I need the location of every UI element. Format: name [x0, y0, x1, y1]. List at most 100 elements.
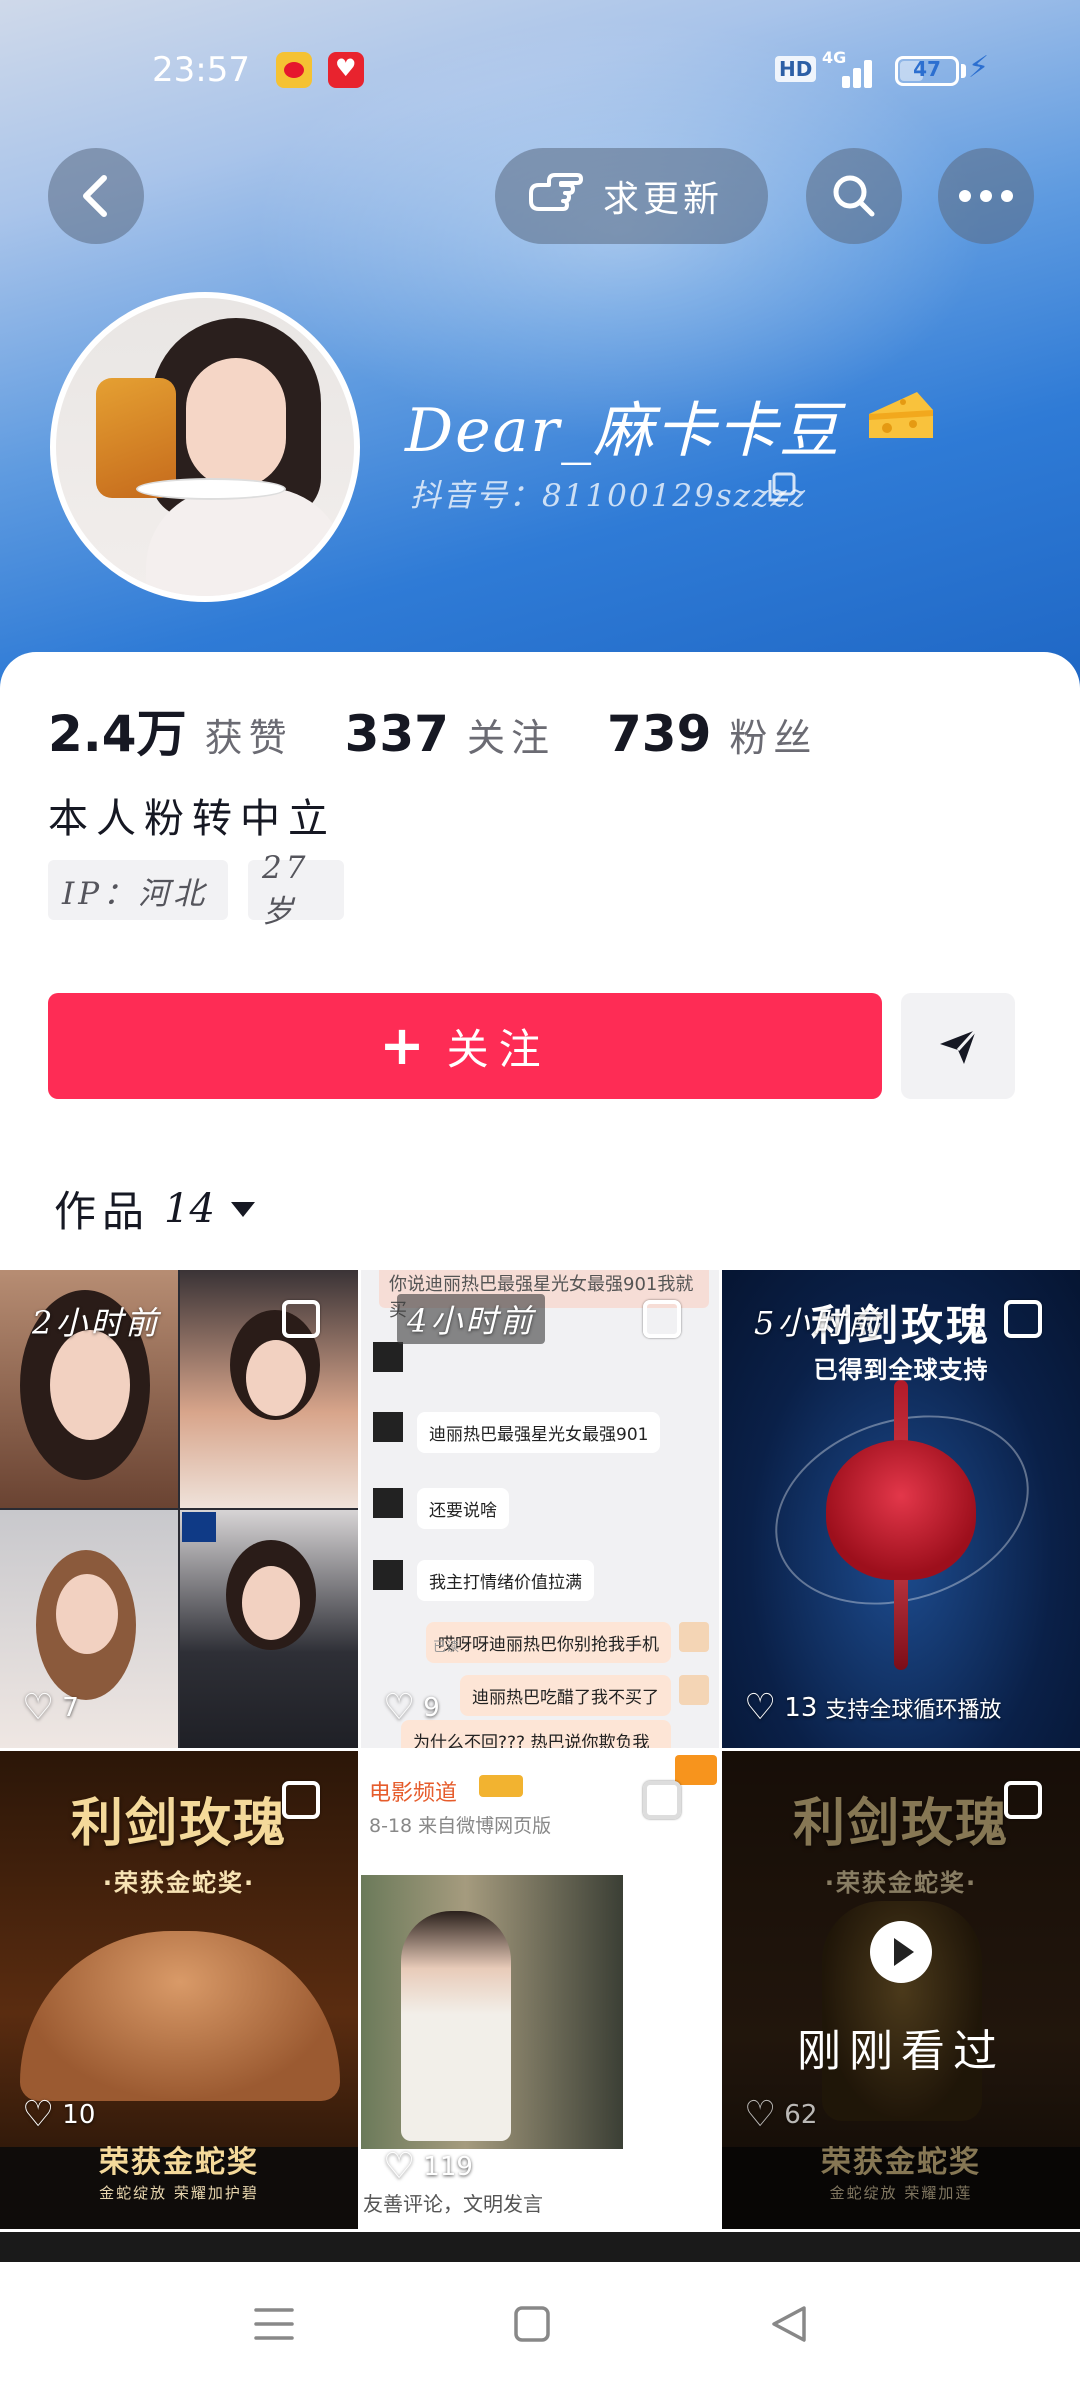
crown-badge-icon — [479, 1775, 523, 1797]
heart-icon: ♡ — [22, 1687, 55, 1728]
chat-reply: 为什么不回??? 热巴说你欺负我让我给你差评 — [401, 1720, 671, 1748]
send-arrow-icon — [940, 1028, 978, 1064]
profile-avatar[interactable] — [50, 292, 360, 602]
stat-followers-label: 粉丝 — [729, 716, 818, 760]
weibo-notification-icon — [276, 52, 312, 88]
charging-icon: ⚡ — [968, 50, 990, 85]
heart-icon: ♡ — [22, 2094, 55, 2135]
home-icon[interactable] — [502, 2294, 562, 2354]
battery-level: 47 — [913, 57, 941, 81]
actress-figure — [401, 1911, 511, 2141]
play-icon[interactable] — [870, 1921, 932, 1983]
battery-cap — [961, 64, 966, 78]
stat-likes[interactable]: 2.4万 获赞 — [48, 694, 293, 766]
next-row-preview — [0, 2232, 1080, 2262]
chat-reply: 迪丽热巴吃醋了我不买了 — [460, 1675, 671, 1716]
chat-avatar — [373, 1560, 403, 1590]
video-tile[interactable]: 2小时前 ♡ 7 — [0, 1270, 358, 1748]
ip-location-tag: IP：河北 — [48, 860, 228, 920]
heart-icon: ♡ — [383, 2146, 416, 2187]
like-count-value: 13 — [784, 1693, 818, 1723]
heart-icon: ♡ — [744, 2094, 777, 2135]
select-checkbox[interactable] — [282, 1781, 320, 1819]
app-notification-icon — [328, 52, 364, 88]
works-count: 14 — [164, 1185, 215, 1232]
like-count-value: 9 — [423, 1693, 440, 1723]
video-caption: 支持全球循环播放 — [825, 1698, 1002, 1723]
like-count-value: 7 — [62, 1693, 79, 1723]
video-subtitle: 已得到全球支持 — [813, 1356, 989, 1384]
post-meta: 8-18 来自微博网页版 — [369, 1815, 552, 1837]
more-dots-icon — [959, 190, 1013, 202]
chat-avatar — [373, 1342, 403, 1372]
avatar-body — [146, 488, 346, 596]
pointing-hand-icon — [529, 173, 583, 211]
watched-overlay — [722, 1751, 1080, 2229]
video-tile[interactable]: 利剑玫瑰 已得到全球支持 5小时前 ♡ 13 支持全球循环播放 — [722, 1270, 1080, 1748]
avatar-face — [186, 358, 286, 488]
profile-stats: 2.4万 获赞 337 关注 739 粉丝 — [48, 694, 869, 764]
display-name: Dear_麻卡卡豆 — [405, 396, 842, 466]
post-time: 2小时前 — [32, 1304, 161, 1342]
search-icon — [833, 175, 875, 217]
video-tile[interactable]: 利剑玫瑰 ·荣获金蛇奖· 荣获金蛇奖 金蛇绽放 荣耀加莲 刚刚看过 ♡ 62 — [722, 1751, 1080, 2229]
douyin-id: 抖音号：81100129szzzz — [410, 478, 808, 514]
select-checkbox[interactable] — [1004, 1300, 1042, 1338]
signal-icon — [820, 50, 876, 88]
back-arrow-icon — [83, 175, 107, 217]
recently-watched-label: 刚刚看过 — [797, 2026, 1005, 2077]
stat-likes-value: 2.4万 — [48, 705, 187, 763]
select-checkbox[interactable] — [282, 1300, 320, 1338]
works-tab[interactable]: 作品 14 — [54, 1178, 257, 1239]
stat-following[interactable]: 337 关注 — [345, 705, 555, 763]
post-time: 5小时前 — [754, 1304, 883, 1342]
request-update-label: 求更新 — [603, 179, 724, 220]
profile-bio: 本人粉转中立 — [48, 796, 336, 842]
hands-graphic — [20, 1931, 340, 2101]
like-count-value: 62 — [784, 2100, 818, 2130]
rose-graphic — [826, 1440, 976, 1580]
back-button[interactable] — [48, 148, 144, 244]
status-bar: 23:57 HD 4G 47 ⚡ — [0, 0, 1080, 140]
comment-prompt: 友善评论，文明发言 — [361, 2188, 719, 2217]
menu-icon[interactable] — [244, 2294, 304, 2354]
chat-avatar — [679, 1622, 709, 1652]
battery-icon: 47 — [895, 56, 959, 86]
like-count-value: 10 — [62, 2100, 96, 2130]
heart-icon: ♡ — [383, 1687, 416, 1728]
like-count: ♡ 62 — [744, 2097, 817, 2133]
stat-followers[interactable]: 739 粉丝 — [607, 705, 817, 763]
follow-label: 关注 — [446, 1024, 551, 1074]
search-button[interactable] — [806, 148, 902, 244]
video-tile[interactable]: 电影频道 8-18 来自微博网页版 友善评论，文明发言 ♡ 119 — [361, 1751, 719, 2229]
like-count: ♡ 9 — [383, 1690, 440, 1726]
select-checkbox[interactable] — [643, 1300, 681, 1338]
back-triangle-icon[interactable] — [760, 2294, 820, 2354]
select-checkbox[interactable] — [1004, 1781, 1042, 1819]
video-tile[interactable]: 你说迪丽热巴最强星光女最强901我就买 迪丽热巴最强星光女最强901 还要说啥 … — [361, 1270, 719, 1748]
corner-badge-icon — [675, 1755, 717, 1785]
more-options-button[interactable] — [938, 148, 1034, 244]
chat-message: 还要说啥 — [417, 1488, 509, 1529]
chat-avatar — [679, 1675, 709, 1705]
chat-avatar — [373, 1412, 403, 1442]
copy-icon[interactable] — [766, 472, 796, 502]
video-subtitle: ·荣获金蛇奖· — [102, 1869, 256, 1897]
band-title: 荣获金蛇奖 — [99, 2145, 259, 2180]
heart-icon: ♡ — [744, 1687, 777, 1728]
video-tile[interactable]: 利剑玫瑰 ·荣获金蛇奖· 荣获金蛇奖 金蛇绽放 荣耀加护碧 ♡ 10 — [0, 1751, 358, 2229]
send-message-button[interactable] — [901, 993, 1015, 1099]
like-count: ♡ 10 — [22, 2097, 95, 2133]
hd-indicator: HD — [775, 56, 817, 82]
follow-button[interactable]: + 关注 — [48, 993, 882, 1099]
request-update-button[interactable]: 求更新 — [495, 148, 768, 244]
post-time: 4小时前 — [397, 1294, 546, 1344]
channel-name: 电影频道 — [369, 1781, 458, 1806]
chat-message: 迪丽热巴最强星光女最强901 — [417, 1412, 661, 1453]
dropdown-triangle-icon — [230, 1201, 255, 1217]
cheese-icon — [869, 392, 933, 438]
like-count-value: 119 — [423, 2152, 473, 2182]
stat-likes-label: 获赞 — [204, 716, 293, 760]
select-checkbox[interactable] — [643, 1781, 681, 1819]
stat-following-value: 337 — [344, 705, 449, 763]
